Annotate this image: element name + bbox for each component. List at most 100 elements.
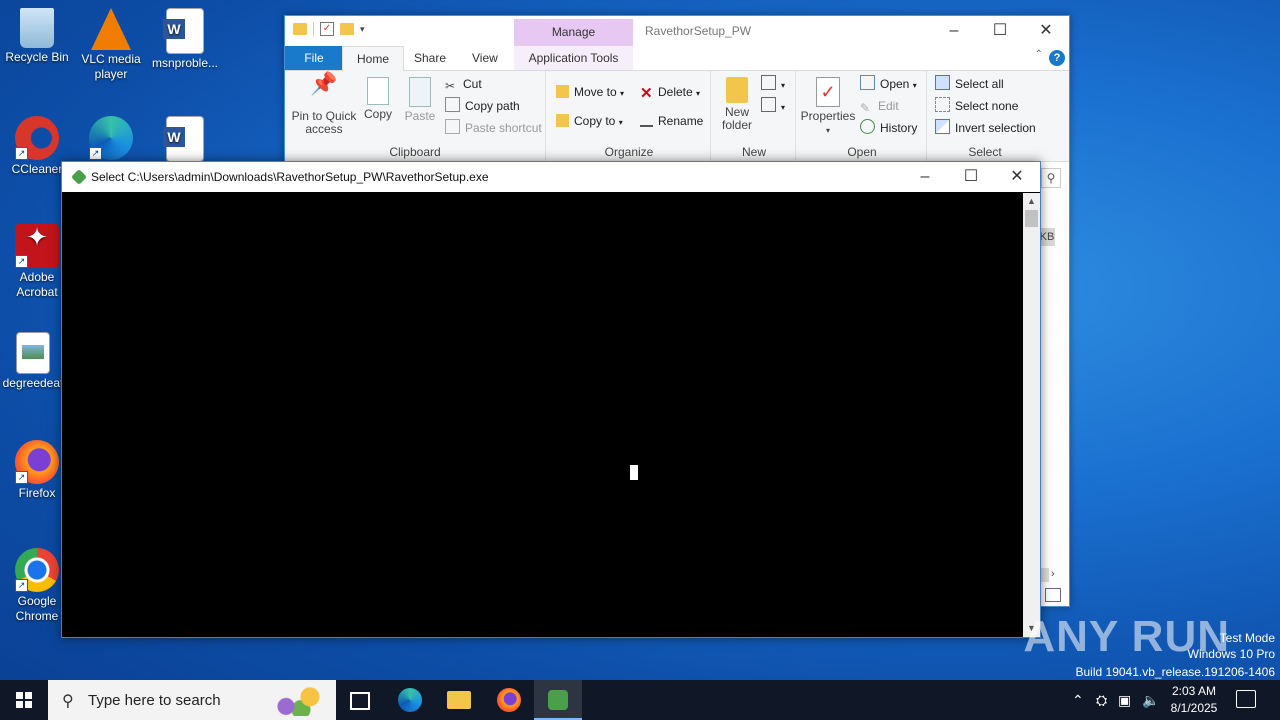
network-tray-icon[interactable]: ⛭ — [1096, 680, 1107, 720]
console-scrollbar[interactable]: ▲ ▼ — [1023, 193, 1040, 637]
console-titlebar[interactable]: Select C:\Users\admin\Downloads\Ravethor… — [62, 162, 1040, 192]
search-placeholder: Type here to search — [88, 692, 221, 709]
select-group: Select all Select none Invert selection … — [929, 71, 1041, 161]
taskbar-file-explorer[interactable] — [435, 680, 483, 720]
desktop-icon-word-doc[interactable]: W msnproble... — [148, 8, 222, 71]
open-icon — [860, 75, 875, 90]
help-icon[interactable]: ? — [1049, 50, 1065, 66]
copy-icon — [367, 77, 389, 105]
search-icon[interactable]: ⚲ — [1041, 168, 1061, 188]
button-label: Rename — [658, 114, 704, 128]
select-all-button[interactable]: Select all — [935, 74, 1004, 94]
recycle-bin-icon — [20, 8, 54, 48]
maximize-button[interactable]: ☐ — [948, 162, 994, 192]
desktop-icon-recycle-bin[interactable]: Recycle Bin — [0, 8, 74, 65]
new-group: New folder ▾ ▾ New — [713, 71, 796, 161]
close-button[interactable]: ✕ — [1023, 16, 1069, 46]
details-view-icon[interactable] — [1045, 588, 1061, 602]
copy-path-button[interactable]: Copy path — [445, 96, 520, 116]
show-hidden-icons-chevron-icon[interactable]: ⌃ — [1072, 680, 1084, 720]
text-cursor — [630, 465, 638, 480]
console-title: Select C:\Users\admin\Downloads\Ravethor… — [91, 170, 489, 184]
desktop-icon-vlc[interactable]: VLC media player — [74, 8, 148, 82]
firefox-icon: ↗ — [15, 440, 59, 484]
tab-home[interactable]: Home — [342, 46, 405, 71]
task-view-button[interactable] — [336, 680, 384, 720]
history-button[interactable]: History — [860, 118, 917, 138]
close-button[interactable]: ✕ — [994, 162, 1040, 192]
properties-button[interactable]: ✓ Properties ▾ — [800, 71, 856, 137]
taskbar-edge[interactable] — [386, 680, 434, 720]
copy-to-icon — [556, 114, 569, 127]
desktop-icon-word-doc-2[interactable]: W — [148, 116, 222, 164]
folder-icon — [293, 23, 307, 35]
tab-application-tools[interactable]: Application Tools — [514, 46, 633, 70]
collapse-ribbon-icon[interactable]: ⌃ — [1035, 49, 1043, 60]
delete-button[interactable]: ✕ Delete ▾ — [640, 82, 700, 102]
taskbar-ravethor-console[interactable] — [534, 680, 582, 720]
copy-to-button[interactable]: Copy to ▾ — [556, 111, 623, 131]
scroll-up-icon[interactable]: ▲ — [1023, 193, 1040, 210]
notification-center-icon[interactable] — [1236, 690, 1256, 708]
history-clock-icon — [860, 119, 875, 134]
ethernet-icon[interactable]: ▣ — [1118, 680, 1131, 720]
copy-button[interactable]: Copy — [359, 71, 397, 121]
task-view-icon — [350, 692, 370, 710]
windows-logo-icon — [16, 692, 32, 708]
taskbar-firefox[interactable] — [485, 680, 533, 720]
tab-share[interactable]: Share — [400, 46, 460, 70]
maximize-button[interactable]: ☐ — [977, 16, 1023, 46]
desktop-icon-label: msnproble... — [151, 56, 219, 70]
tab-view[interactable]: View — [458, 46, 512, 70]
separator — [313, 22, 314, 36]
button-label: Copy to — [574, 114, 616, 128]
minimize-button[interactable]: – — [931, 16, 977, 46]
group-label: Open — [847, 145, 877, 159]
new-item-button[interactable]: ▾ — [761, 74, 785, 94]
paste-shortcut-button[interactable]: Paste shortcut — [445, 118, 542, 138]
easy-access-button[interactable]: ▾ — [761, 96, 785, 116]
open-button[interactable]: Open ▾ — [860, 74, 917, 94]
new-folder-button[interactable]: New folder — [717, 71, 757, 132]
button-label: New folder — [721, 105, 753, 132]
select-all-icon — [935, 75, 950, 90]
manage-contextual-tab[interactable]: Manage — [514, 19, 633, 46]
select-none-button[interactable]: Select none — [935, 96, 1018, 116]
minimize-button[interactable]: – — [902, 162, 948, 192]
group-label: Clipboard — [389, 145, 441, 159]
button-label: Copy — [363, 107, 392, 121]
taskbar-search-box[interactable]: ⚲ Type here to search — [48, 680, 336, 720]
properties-quick-icon[interactable]: ✓ — [320, 22, 334, 36]
start-button[interactable] — [0, 680, 48, 720]
desktop-icon-edge[interactable]: ↗ — [74, 116, 148, 162]
button-label: Cut — [463, 77, 482, 91]
button-label: Open — [880, 77, 910, 91]
ccleaner-icon: ↗ — [15, 116, 59, 160]
taskbar-clock[interactable]: 2:03 AM 8/1/2025 — [1160, 683, 1228, 717]
scroll-right-icon[interactable]: › — [1051, 568, 1055, 580]
test-mode-text: Test Mode — [1219, 631, 1275, 645]
tab-file[interactable]: File — [285, 46, 343, 70]
scroll-thumb[interactable] — [1025, 210, 1038, 227]
button-label: Paste shortcut — [465, 121, 542, 135]
cut-button[interactable]: ✂ Cut — [445, 74, 482, 94]
button-label: Paste — [404, 109, 436, 123]
volume-icon[interactable]: 🔈 — [1142, 680, 1159, 720]
button-label: Pin to Quick access — [291, 109, 357, 136]
pin-to-quick-access-button[interactable]: 📌 Pin to Quick access — [291, 71, 357, 136]
explorer-titlebar[interactable]: ✓ ▾ Manage RavethorSetup_PW – ☐ ✕ — [285, 16, 1069, 46]
desktop-icon-degreedeat[interactable]: degreedeat — [0, 332, 70, 391]
console-window[interactable]: Select C:\Users\admin\Downloads\Ravethor… — [61, 161, 1041, 638]
paste-shortcut-icon — [445, 119, 460, 134]
console-output[interactable] — [62, 193, 1023, 637]
move-to-button[interactable]: Move to ▾ — [556, 82, 624, 102]
new-folder-quick-icon[interactable] — [340, 23, 354, 35]
folder-icon — [447, 691, 471, 709]
paste-button[interactable]: Paste — [401, 71, 439, 123]
invert-selection-button[interactable]: Invert selection — [935, 118, 1036, 138]
rename-button[interactable]: Rename — [640, 111, 703, 131]
clock-date: 8/1/2025 — [1170, 701, 1218, 715]
edit-button[interactable]: ✎ Edit — [860, 96, 899, 116]
customize-toolbar-icon[interactable]: ▾ — [360, 24, 365, 35]
search-icon: ⚲ — [62, 693, 74, 710]
